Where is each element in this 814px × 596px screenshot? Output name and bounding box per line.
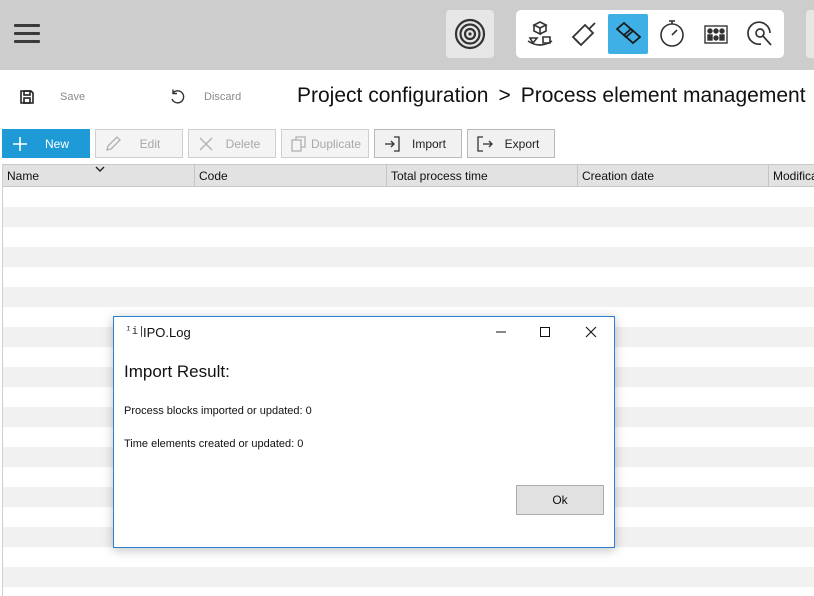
product-structure-icon[interactable] [520,14,560,54]
export-label: Export [504,136,540,151]
column-label: Code [199,169,228,183]
sort-chevron-down-icon [95,166,105,172]
breadcrumb-parent[interactable]: Project configuration [297,84,488,107]
column-label: Modification date [773,169,814,183]
delete-button[interactable]: Delete [188,129,276,158]
breadcrumb-current: Process element management [520,84,806,107]
import-label: Import [411,136,446,151]
result-line-time-elements: Time elements created or updated: 0 [124,438,304,450]
edit-pencil-icon[interactable] [564,14,604,54]
floppy-disk-icon [20,90,34,104]
discard-label: Discard [204,91,242,103]
undo-icon [171,89,185,104]
new-label: New [44,136,69,151]
import-button[interactable]: Import [374,129,462,158]
close-button[interactable] [568,317,614,347]
new-button[interactable]: New [2,129,90,158]
column-header-total-process-time[interactable]: Total process time [386,165,577,186]
save-label: Save [60,91,86,103]
toolbar-overflow[interactable] [806,10,814,58]
dialog-title-bar[interactable]: ᴵi| IPO.Log [114,317,614,347]
dialog-title: IPO.Log [143,325,191,340]
duplicate-button[interactable]: Duplicate [281,129,369,158]
export-button[interactable]: Export [467,129,555,158]
column-header-name[interactable]: Name [3,165,194,186]
breadcrumb: Project configuration > Process element ma… [297,84,806,108]
import-result-dialog: ᴵi| IPO.Log Import Result: Process block… [113,316,615,548]
column-header-code[interactable]: Code [194,165,386,186]
radar-logo-icon[interactable] [446,10,494,58]
edit-button[interactable]: Edit [95,129,183,158]
column-label: Total process time [391,169,488,183]
minimize-icon [496,331,506,333]
column-label: Creation date [582,169,655,183]
top-bar [0,0,814,70]
maximize-icon [540,327,550,337]
timer-icon[interactable] [652,14,692,54]
edit-label: Edit [139,136,161,151]
minimize-button[interactable] [478,317,524,347]
ipo-app-icon: ᴵi| [125,324,145,337]
column-label: Name [7,169,40,183]
delete-label: Delete [225,136,261,151]
result-line-process-blocks: Process blocks imported or updated: 0 [124,405,312,417]
discard-button[interactable]: Discard [168,82,241,112]
mode-toolbar [516,10,784,58]
dialog-heading: Import Result: [124,362,230,381]
layout-grid-icon[interactable] [696,14,736,54]
close-icon [585,326,597,338]
breadcrumb-separator: > [498,84,511,107]
column-header-creation-date[interactable]: Creation date [577,165,768,186]
process-elements-icon[interactable] [608,14,648,54]
ok-button[interactable]: Ok [516,485,604,515]
save-button[interactable]: Save [18,82,85,112]
menu-icon[interactable] [14,24,40,46]
table-header: Name Code Total process time Creation da… [3,164,814,187]
analysis-search-icon[interactable] [740,14,780,54]
duplicate-label: Duplicate [310,136,362,151]
column-header-modification-date[interactable]: Modification date [768,165,814,186]
maximize-button[interactable] [522,317,568,347]
